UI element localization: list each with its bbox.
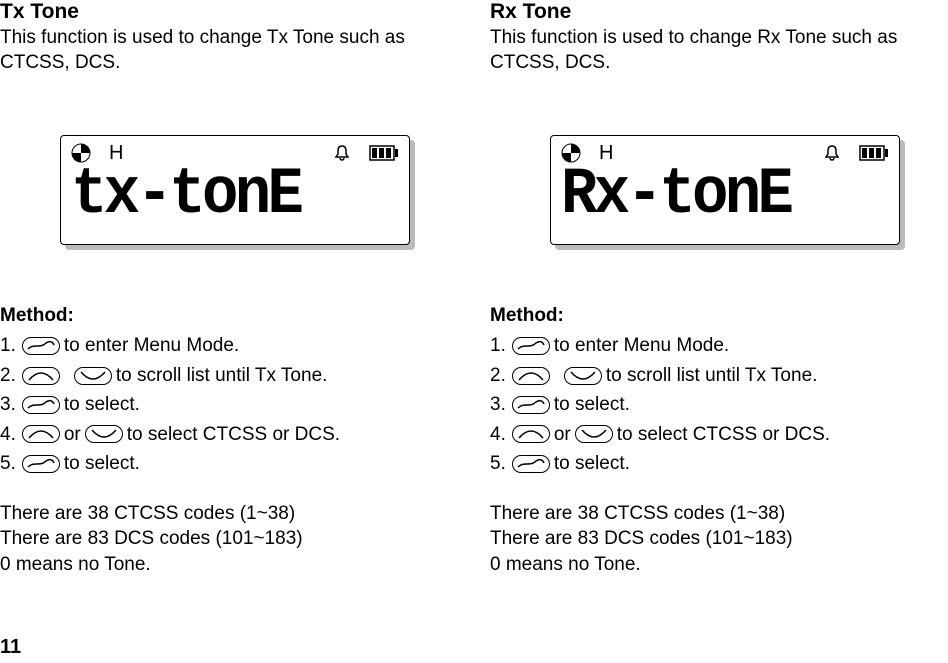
right-column: Rx Tone This function is used to change … bbox=[490, 0, 940, 577]
enter-key-icon bbox=[22, 455, 60, 473]
enter-key-icon bbox=[512, 337, 550, 355]
step-number: 4. bbox=[0, 420, 16, 449]
step-4: 4. or to select CTCSS or DCS. bbox=[0, 420, 450, 449]
step-number: 4. bbox=[490, 420, 506, 449]
step-number: 1. bbox=[490, 331, 506, 360]
left-column: Tx Tone This function is used to change … bbox=[0, 0, 450, 577]
step-text: to enter Menu Mode. bbox=[64, 331, 239, 360]
step-3: 3. to select. bbox=[0, 390, 450, 419]
step-number: 1. bbox=[0, 331, 16, 360]
step-text: to scroll list until Tx Tone. bbox=[606, 361, 818, 390]
bell-icon bbox=[823, 144, 841, 162]
up-key-icon bbox=[512, 425, 550, 443]
step-number: 3. bbox=[0, 390, 16, 419]
down-key-icon bbox=[74, 367, 112, 385]
step-text: to select. bbox=[64, 449, 140, 478]
step-2: 2. to scroll list until Tx Tone. bbox=[490, 361, 940, 390]
enter-key-icon bbox=[22, 337, 60, 355]
steps-list-left: 1. to enter Menu Mode. 2. to scroll list… bbox=[0, 331, 450, 478]
bell-icon bbox=[333, 144, 351, 162]
step-number: 5. bbox=[490, 449, 506, 478]
step-text: to select CTCSS or DCS. bbox=[127, 420, 340, 449]
tx-tone-description: This function is used to change Tx Tone … bbox=[0, 26, 450, 75]
step-1: 1. to enter Menu Mode. bbox=[490, 331, 940, 360]
enter-key-icon bbox=[22, 396, 60, 414]
step-number: 2. bbox=[490, 361, 506, 390]
note-line: There are 38 CTCSS codes (1~38) bbox=[0, 501, 450, 527]
step-text: to select. bbox=[64, 390, 140, 419]
up-key-icon bbox=[22, 425, 60, 443]
down-key-icon bbox=[564, 367, 602, 385]
notes-left: There are 38 CTCSS codes (1~38) There ar… bbox=[0, 501, 450, 578]
down-key-icon bbox=[85, 425, 123, 443]
method-heading-left: Method: bbox=[0, 305, 450, 327]
method-heading-right: Method: bbox=[490, 305, 940, 327]
lcd-text-tx: tx-tonE bbox=[71, 162, 373, 228]
step-1: 1. to enter Menu Mode. bbox=[0, 331, 450, 360]
note-line: There are 83 DCS codes (101~183) bbox=[0, 526, 450, 552]
step-number: 3. bbox=[490, 390, 506, 419]
step-text: or bbox=[554, 420, 571, 449]
step-number: 5. bbox=[0, 449, 16, 478]
battery-icon bbox=[859, 145, 889, 161]
step-text: to enter Menu Mode. bbox=[554, 331, 729, 360]
battery-icon bbox=[369, 145, 399, 161]
step-text: or bbox=[64, 420, 81, 449]
lcd-display-tx: H tx-tonE bbox=[60, 135, 410, 245]
step-2: 2. to scroll list until Tx Tone. bbox=[0, 361, 450, 390]
note-line: There are 83 DCS codes (101~183) bbox=[490, 526, 940, 552]
up-key-icon bbox=[512, 367, 550, 385]
down-key-icon bbox=[575, 425, 613, 443]
steps-list-right: 1. to enter Menu Mode. 2. to scroll list… bbox=[490, 331, 940, 478]
step-text: to select CTCSS or DCS. bbox=[617, 420, 830, 449]
step-number: 2. bbox=[0, 361, 16, 390]
notes-right: There are 38 CTCSS codes (1~38) There ar… bbox=[490, 501, 940, 578]
rx-tone-description: This function is used to change Rx Tone … bbox=[490, 26, 940, 75]
step-4: 4. or to select CTCSS or DCS. bbox=[490, 420, 940, 449]
step-text: to select. bbox=[554, 449, 630, 478]
step-5: 5. to select. bbox=[0, 449, 450, 478]
lcd-text-rx: Rx-tonE bbox=[561, 162, 863, 228]
note-line: 0 means no Tone. bbox=[0, 552, 450, 578]
enter-key-icon bbox=[512, 396, 550, 414]
lcd-display-rx: H Rx-tonE bbox=[550, 135, 900, 245]
note-line: There are 38 CTCSS codes (1~38) bbox=[490, 501, 940, 527]
page-number: 11 bbox=[0, 636, 21, 659]
enter-key-icon bbox=[512, 455, 550, 473]
note-line: 0 means no Tone. bbox=[490, 552, 940, 578]
step-text: to select. bbox=[554, 390, 630, 419]
step-3: 3. to select. bbox=[490, 390, 940, 419]
tx-tone-title: Tx Tone bbox=[0, 0, 450, 24]
up-key-icon bbox=[22, 367, 60, 385]
step-text: to scroll list until Tx Tone. bbox=[116, 361, 328, 390]
rx-tone-title: Rx Tone bbox=[490, 0, 940, 24]
step-5: 5. to select. bbox=[490, 449, 940, 478]
